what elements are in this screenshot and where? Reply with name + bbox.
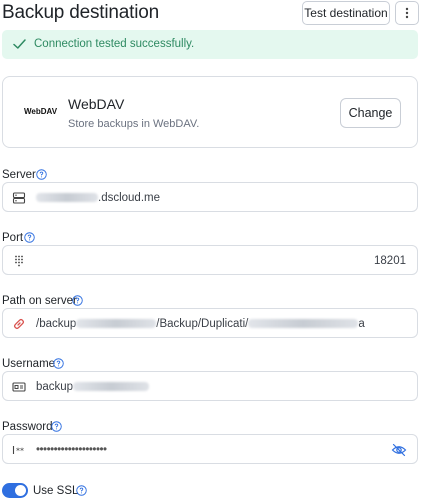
page-header: Backup destination Test destination xyxy=(0,0,424,28)
help-icon[interactable] xyxy=(24,232,35,243)
username-label: Username xyxy=(2,358,56,370)
port-value: 18201 xyxy=(374,255,406,267)
provider-card: WebDAV WebDAV Store backups in WebDAV. C… xyxy=(2,76,418,148)
eye-off-icon[interactable] xyxy=(391,443,407,457)
change-provider-button[interactable]: Change xyxy=(340,98,401,128)
webdav-logo: WebDAV xyxy=(24,107,58,116)
test-destination-button[interactable]: Test destination xyxy=(302,1,390,25)
id-card-icon xyxy=(12,382,26,392)
password-input[interactable]: ** •••••••••••••••••••• xyxy=(2,434,418,464)
port-input[interactable]: 18201 xyxy=(2,245,418,275)
help-icon[interactable] xyxy=(72,295,83,306)
server-input[interactable]: .dscloud.me xyxy=(2,182,418,212)
server-label: Server xyxy=(2,169,36,181)
path-value: /backup/Backup/Duplicati/a xyxy=(36,318,365,330)
help-icon[interactable] xyxy=(51,421,62,432)
use-ssl-label: Use SSL xyxy=(33,485,79,497)
provider-description: Store backups in WebDAV. xyxy=(68,118,200,130)
path-input[interactable]: /backup/Backup/Duplicati/a xyxy=(2,308,418,338)
password-value: •••••••••••••••••••• xyxy=(36,444,107,456)
keypad-icon xyxy=(15,255,23,267)
use-ssl-row: Use SSL xyxy=(2,482,202,500)
page-title: Backup destination xyxy=(2,2,159,23)
server-value: .dscloud.me xyxy=(36,191,160,205)
provider-name: WebDAV xyxy=(68,96,125,112)
kebab-menu-icon xyxy=(405,7,409,19)
success-alert: Connection tested successfully. xyxy=(2,30,418,59)
success-message: Connection tested successfully. xyxy=(34,38,195,50)
username-value: backup xyxy=(36,380,150,394)
password-label: Password xyxy=(2,421,53,433)
use-ssl-toggle[interactable] xyxy=(2,483,28,498)
path-label: Path on server xyxy=(2,295,77,307)
help-icon[interactable] xyxy=(36,169,47,180)
port-label: Port xyxy=(2,232,24,244)
svg-text:**: ** xyxy=(16,447,24,456)
help-icon[interactable] xyxy=(76,485,87,496)
more-options-button[interactable] xyxy=(395,1,419,25)
server-icon xyxy=(12,192,26,204)
help-icon[interactable] xyxy=(53,358,64,369)
check-icon xyxy=(13,39,26,49)
toggle-knob xyxy=(15,485,26,496)
username-input[interactable]: backup xyxy=(2,371,418,401)
link-icon xyxy=(13,318,25,330)
password-icon: ** xyxy=(12,446,24,456)
